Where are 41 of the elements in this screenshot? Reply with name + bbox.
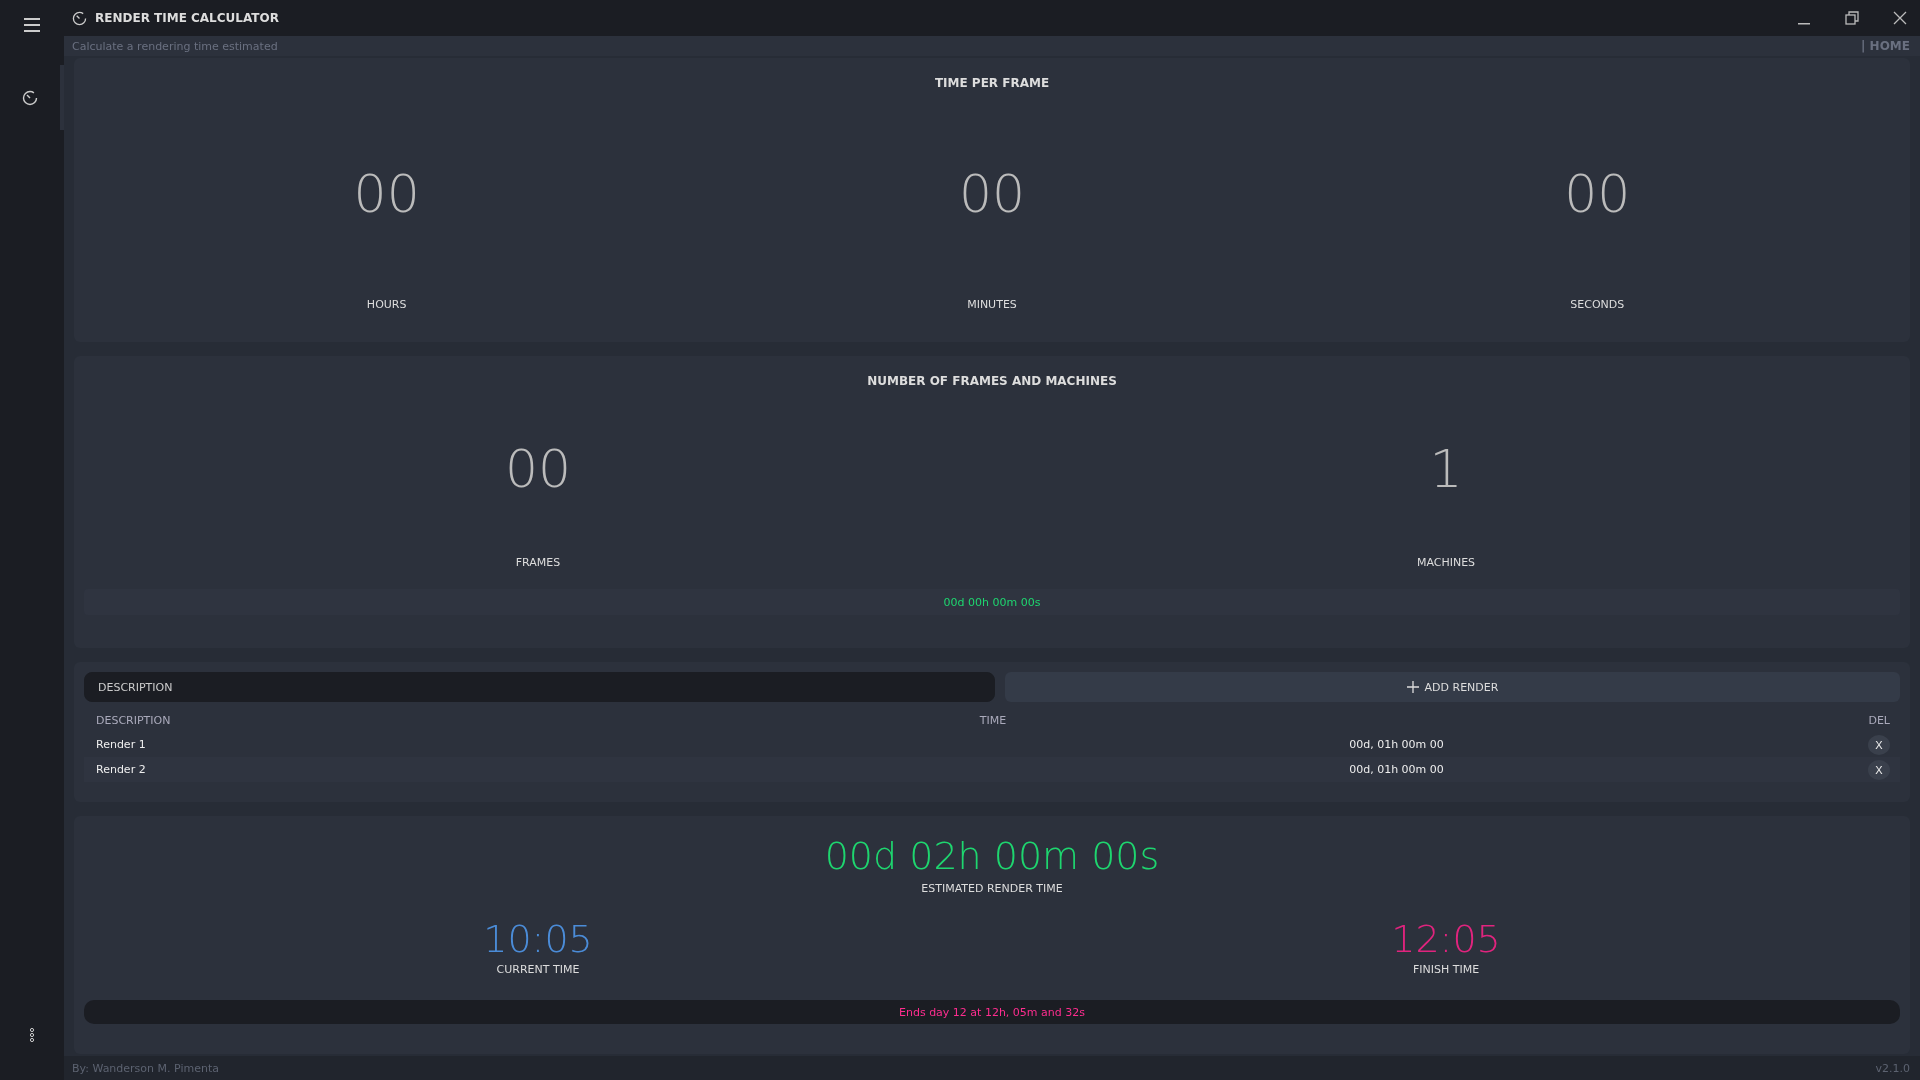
end-info: Ends day 12 at 12h, 05m and 32s bbox=[899, 1005, 1085, 1019]
field-label: FRAMES bbox=[515, 556, 561, 569]
table-cell-text: 00d, 01h 00m 00 bbox=[1348, 738, 1445, 751]
panel-title: NUMBER OF FRAMES AND MACHINES bbox=[866, 373, 1118, 390]
delete-button[interactable]: X bbox=[1868, 759, 1890, 780]
column-header: DESCRIPTION bbox=[96, 713, 172, 727]
restore-icon bbox=[1845, 11, 1859, 25]
subtitle: Calculate a rendering time estimated bbox=[72, 39, 278, 53]
current-time-label: CURRENT TIME bbox=[496, 963, 580, 976]
current-time: 10:05 bbox=[483, 917, 593, 961]
plus-icon bbox=[1406, 681, 1419, 693]
number-input[interactable]: 00 bbox=[1495, 138, 1700, 250]
panel-title: TIME PER FRAME bbox=[933, 75, 1051, 92]
description-input[interactable]: DESCRIPTION bbox=[84, 672, 995, 702]
column-header: TIME bbox=[979, 713, 1007, 727]
table-cell-text: Render 2 bbox=[96, 763, 147, 776]
breadcrumb: | HOME bbox=[1861, 39, 1910, 53]
column-header: DEL bbox=[1867, 713, 1890, 727]
table-cell-text: Render 1 bbox=[96, 738, 147, 751]
estimated-time: 00d 02h 00m 00s bbox=[824, 834, 1160, 878]
total-time: 00d 00h 00m 00s bbox=[943, 595, 1041, 609]
author-credit: By: Wanderson M. Pimenta bbox=[72, 1061, 219, 1075]
timer-icon bbox=[72, 10, 87, 26]
field-label: MINUTES bbox=[967, 298, 1017, 311]
number-input[interactable]: 00 bbox=[890, 138, 1094, 250]
number-input[interactable]: 00 bbox=[436, 418, 640, 520]
field-label: MACHINES bbox=[1416, 556, 1476, 569]
field-label: HOURS bbox=[366, 298, 407, 311]
add-render-button[interactable]: ADD RENDER bbox=[1005, 672, 1900, 702]
number-input[interactable]: 1 bbox=[1344, 418, 1548, 520]
window-title: RENDER TIME CALCULATOR bbox=[95, 11, 279, 25]
minimize-icon bbox=[1798, 23, 1810, 25]
field-label: SECONDS bbox=[1570, 298, 1625, 311]
finish-time: 12:05 bbox=[1391, 917, 1501, 961]
version-label: v2.1.0 bbox=[1875, 1061, 1910, 1075]
delete-button[interactable]: X bbox=[1868, 734, 1890, 755]
table-cell-text: 00d, 01h 00m 00 bbox=[1348, 763, 1445, 776]
estimated-label: ESTIMATED RENDER TIME bbox=[921, 882, 1063, 895]
close-icon bbox=[1893, 11, 1907, 25]
number-input[interactable]: 00 bbox=[284, 138, 489, 250]
finish-time-label: FINISH TIME bbox=[1412, 963, 1480, 976]
